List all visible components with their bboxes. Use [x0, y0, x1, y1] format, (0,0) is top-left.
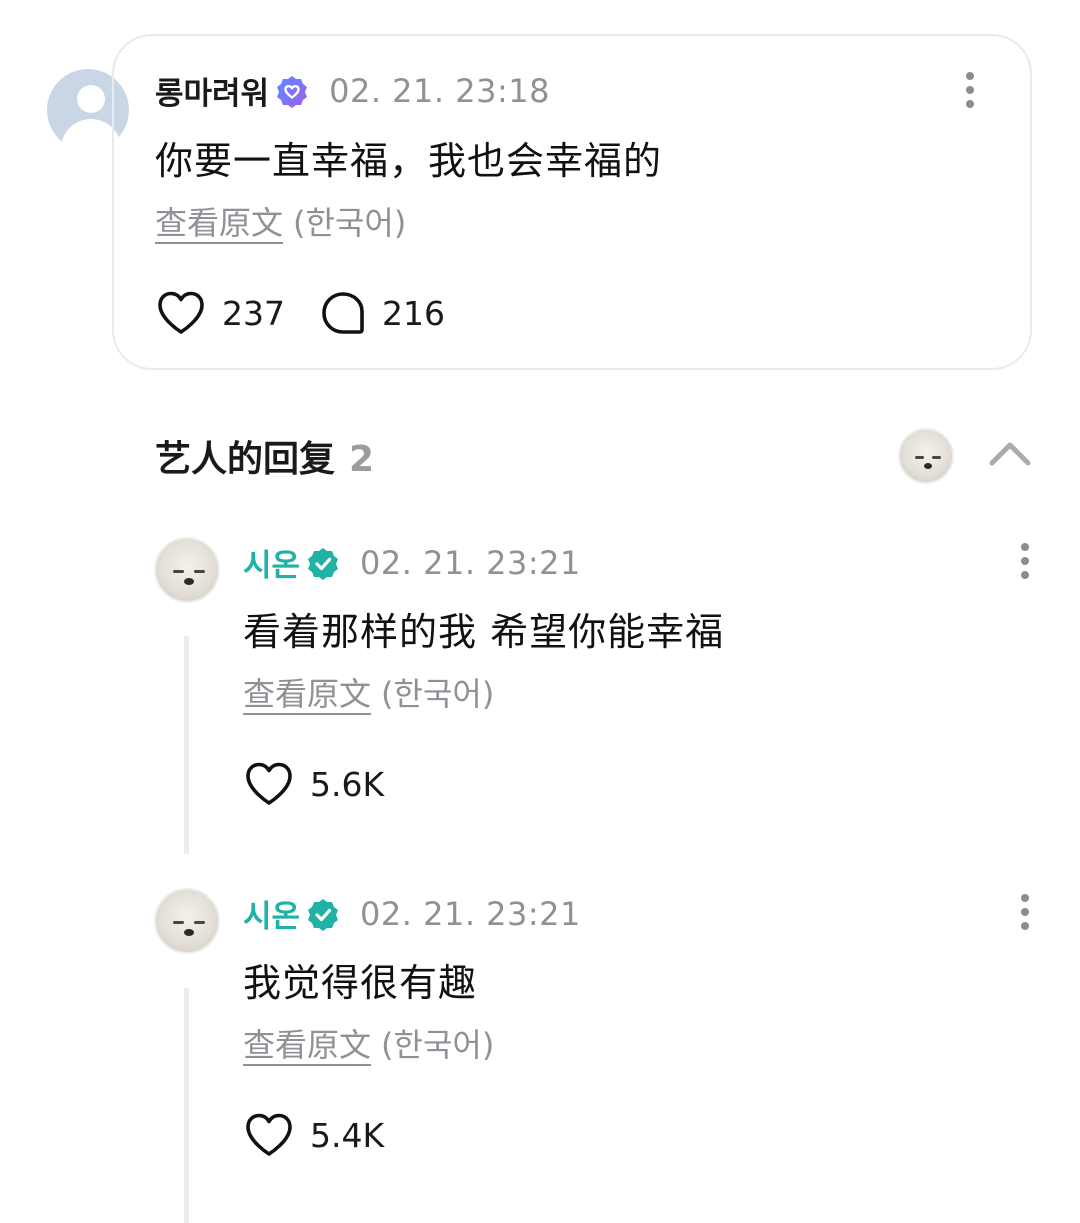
reply-timestamp: 02. 21. 23:21 — [360, 894, 581, 933]
comment-like-count: 237 — [222, 293, 285, 333]
reply-text: 我觉得很有趣 — [243, 961, 478, 1005]
verified-badge-icon — [308, 547, 339, 580]
comment-timestamp: 02. 21. 23:18 — [329, 71, 550, 110]
reply-thread-line — [184, 636, 189, 854]
speech-bubble-icon — [322, 292, 364, 334]
reply-translate: 查看原文 (한국어) — [243, 669, 494, 715]
reply-timestamp: 02. 21. 23:21 — [360, 543, 581, 582]
comment-more-icon[interactable] — [964, 72, 976, 112]
comment-like-button[interactable]: 237 — [156, 290, 285, 336]
heart-icon — [246, 762, 292, 805]
original-language: (한국어) — [381, 675, 495, 713]
original-language: (한국어) — [293, 204, 407, 242]
verified-badge-icon — [308, 898, 339, 931]
chevron-up-icon[interactable] — [988, 438, 1032, 468]
reply-like-button[interactable]: 5.6K — [244, 761, 384, 807]
view-original-link[interactable]: 查看原文 — [243, 1026, 371, 1064]
view-original-link[interactable]: 查看原文 — [243, 675, 371, 713]
artist-replies-count: 2 — [349, 439, 375, 480]
reply-text: 看着那样的我 希望你能幸福 — [243, 610, 725, 654]
reply-more-icon[interactable] — [1019, 894, 1031, 934]
comment-reply-count: 216 — [382, 293, 445, 333]
artist-avatar-small[interactable] — [898, 428, 954, 484]
comment-reply-button[interactable]: 216 — [320, 290, 445, 336]
reply-more-icon[interactable] — [1019, 543, 1031, 583]
reply-thread-line — [184, 988, 189, 1223]
reply-like-count: 5.4K — [310, 1115, 385, 1155]
reply-translate: 查看原文 (한국어) — [243, 1020, 494, 1066]
artist-avatar[interactable] — [154, 537, 220, 603]
heart-icon — [158, 291, 204, 334]
comment-translate: 查看原文 (한국어) — [155, 198, 406, 244]
original-language: (한국어) — [381, 1026, 495, 1064]
artist-replies-label: 艺人的回复 — [155, 439, 336, 480]
reply-meta: 시온 02. 21. 23:21 — [243, 891, 581, 936]
reply-username[interactable]: 시온 — [243, 891, 300, 936]
fan-badge-icon — [277, 75, 308, 108]
reply-like-button[interactable]: 5.4K — [244, 1112, 384, 1158]
reply-username[interactable]: 시온 — [243, 540, 300, 585]
comment-username[interactable]: 롱마려워 — [155, 68, 269, 113]
artist-replies-title: 艺人的回复 2 — [155, 430, 374, 482]
reply-like-count: 5.6K — [310, 764, 385, 804]
comment-meta: 롱마려워 02. 21. 23:18 — [155, 68, 550, 113]
view-original-link[interactable]: 查看原文 — [155, 204, 283, 242]
heart-icon — [246, 1113, 292, 1156]
comment-text: 你要一直幸福，我也会幸福的 — [155, 139, 663, 183]
artist-avatar[interactable] — [154, 888, 220, 954]
reply-meta: 시온 02. 21. 23:21 — [243, 540, 581, 585]
